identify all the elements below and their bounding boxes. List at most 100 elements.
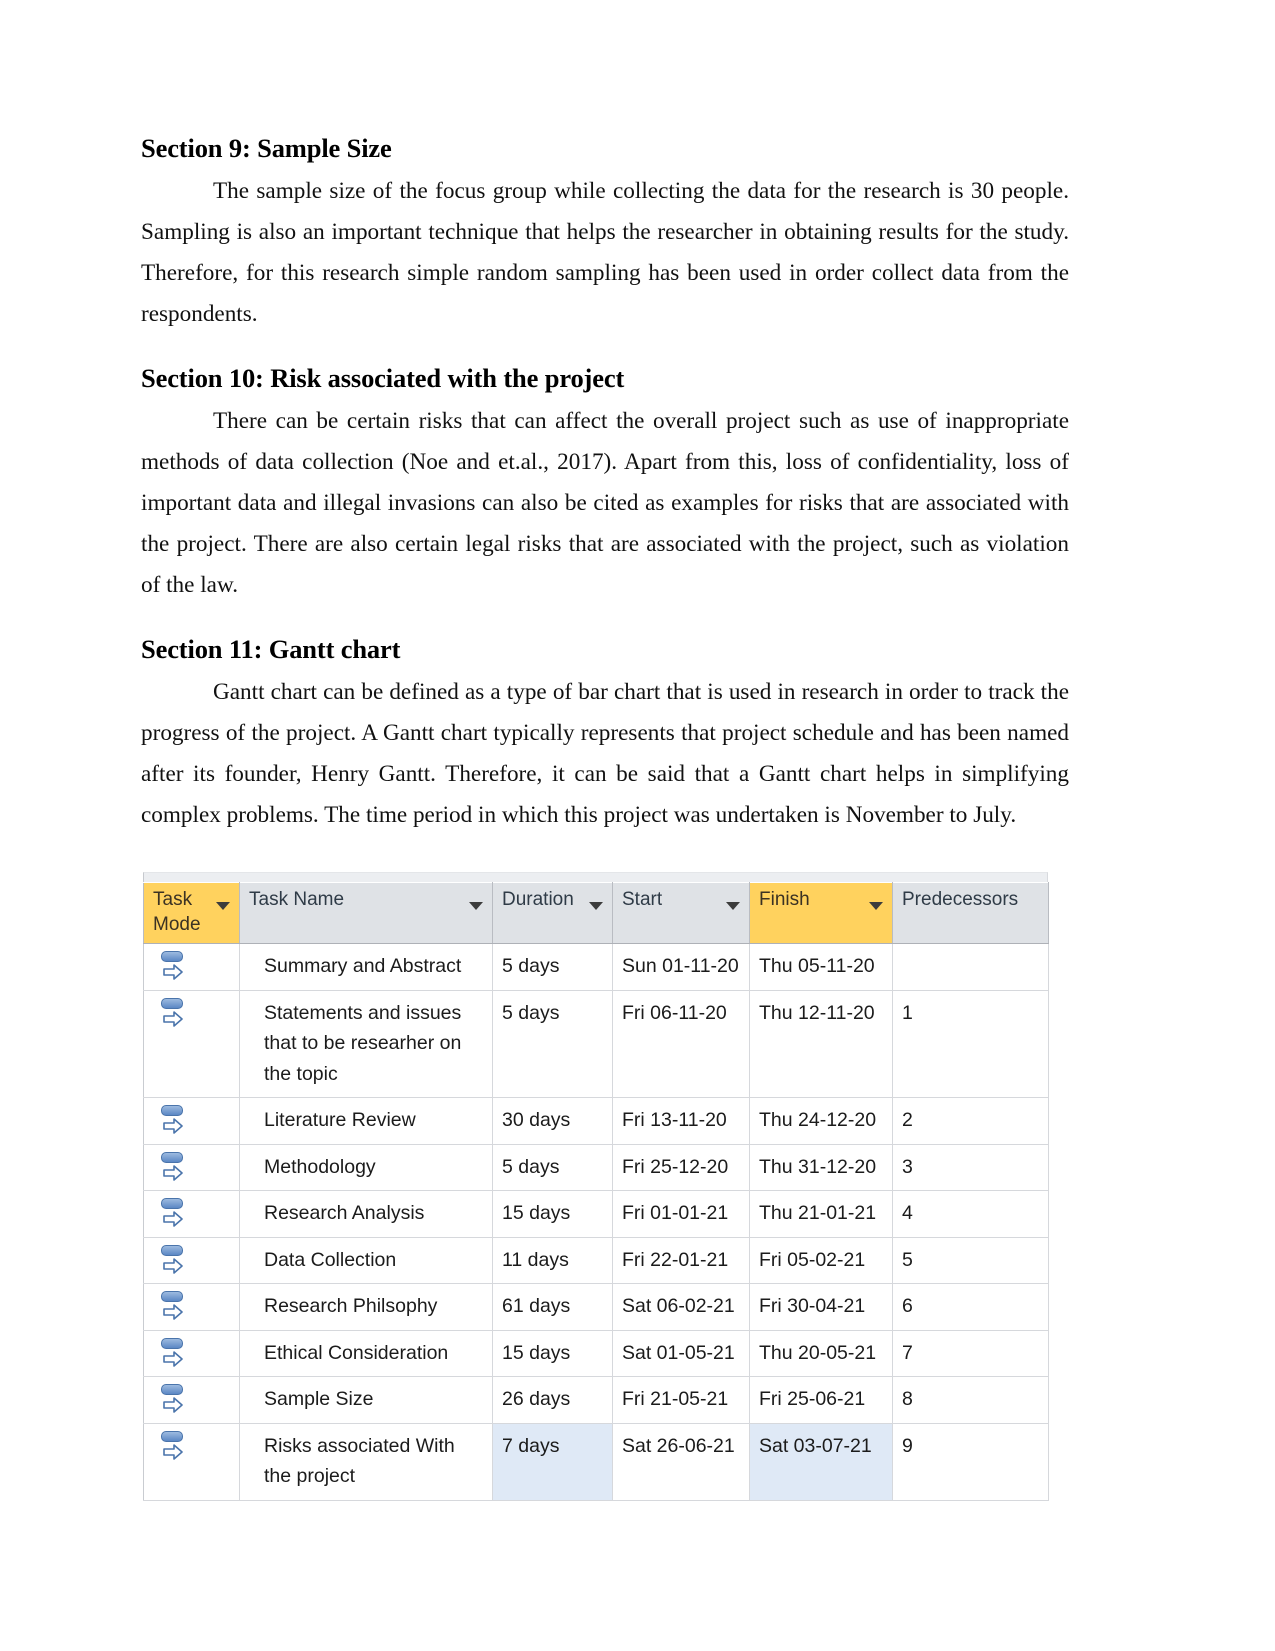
- cell-predecessors[interactable]: 4: [892, 1190, 1049, 1238]
- cell-task-name[interactable]: Sample Size: [239, 1376, 493, 1424]
- section-11-paragraph: Gantt chart can be defined as a type of …: [141, 679, 1069, 829]
- cell-task-name[interactable]: Literature Review: [239, 1097, 493, 1145]
- manually-scheduled-icon[interactable]: [160, 1244, 190, 1276]
- column-header-duration[interactable]: Duration: [492, 882, 613, 945]
- cell-predecessors[interactable]: 2: [892, 1097, 1049, 1145]
- cell-finish[interactable]: Sat 03-07-21: [749, 1423, 893, 1501]
- cell-task-mode[interactable]: [143, 1283, 240, 1331]
- cell-finish[interactable]: Fri 30-04-21: [749, 1283, 893, 1331]
- manually-scheduled-icon[interactable]: [160, 1383, 190, 1415]
- cell-predecessors[interactable]: 8: [892, 1376, 1049, 1424]
- cell-task-mode[interactable]: [143, 990, 240, 1099]
- cell-task-name[interactable]: Ethical Consideration: [239, 1330, 493, 1378]
- manually-scheduled-icon[interactable]: [160, 1197, 190, 1229]
- manually-scheduled-icon[interactable]: [160, 1290, 190, 1322]
- table-row[interactable]: Literature Review 30 days Fri 13-11-20 Thu …: [143, 1097, 1049, 1145]
- cell-duration[interactable]: 61 days: [492, 1283, 613, 1331]
- cell-start[interactable]: Sat 01-05-21: [612, 1330, 750, 1378]
- cell-duration[interactable]: 5 days: [492, 990, 613, 1099]
- cell-finish[interactable]: Thu 31-12-20: [749, 1144, 893, 1192]
- chevron-down-icon[interactable]: [216, 902, 230, 911]
- cell-predecessors[interactable]: 7: [892, 1330, 1049, 1378]
- manually-scheduled-icon[interactable]: [160, 1151, 190, 1183]
- cell-finish[interactable]: Fri 25-06-21: [749, 1376, 893, 1424]
- column-header-task-name-label: Task Name: [249, 889, 345, 911]
- cell-predecessors[interactable]: 9: [892, 1423, 1049, 1501]
- cell-start[interactable]: Sat 06-02-21: [612, 1283, 750, 1331]
- cell-start[interactable]: Fri 13-11-20: [612, 1097, 750, 1145]
- table-row[interactable]: Research Analysis 15 days Fri 01-01-21 Thu …: [143, 1190, 1049, 1238]
- table-row[interactable]: Statements and issues that to be researh…: [143, 990, 1049, 1099]
- cell-task-name[interactable]: Statements and issues that to be researh…: [239, 990, 493, 1099]
- table-row[interactable]: Risks associated With the project 7 days S…: [143, 1423, 1049, 1501]
- cell-task-mode[interactable]: [143, 943, 240, 991]
- gantt-chart-table: Task Mode Task Name Duration Start Finis…: [143, 872, 1049, 1501]
- cell-duration[interactable]: 5 days: [492, 1144, 613, 1192]
- cell-predecessors[interactable]: 3: [892, 1144, 1049, 1192]
- cell-task-mode[interactable]: [143, 1237, 240, 1285]
- cell-predecessors[interactable]: 6: [892, 1283, 1049, 1331]
- chevron-down-icon[interactable]: [469, 902, 483, 911]
- cell-start[interactable]: Fri 22-01-21: [612, 1237, 750, 1285]
- cell-finish[interactable]: Thu 05-11-20: [749, 943, 893, 991]
- manually-scheduled-icon[interactable]: [160, 997, 190, 1029]
- table-row[interactable]: Sample Size 26 days Fri 21-05-21 Fri 25-06-…: [143, 1376, 1049, 1424]
- cell-task-mode[interactable]: [143, 1144, 240, 1192]
- cell-predecessors[interactable]: 5: [892, 1237, 1049, 1285]
- cell-start[interactable]: Sun 01-11-20: [612, 943, 750, 991]
- cell-start[interactable]: Fri 06-11-20: [612, 990, 750, 1099]
- column-header-predecessors[interactable]: Predecessors: [892, 882, 1049, 945]
- cell-predecessors[interactable]: [892, 943, 1049, 991]
- cell-task-name[interactable]: Research Analysis: [239, 1190, 493, 1238]
- table-row[interactable]: Data Collection 11 days Fri 22-01-21 Fri 05…: [143, 1237, 1049, 1285]
- section-9-paragraph: The sample size of the focus group while…: [141, 178, 1069, 328]
- manually-scheduled-icon[interactable]: [160, 1337, 190, 1369]
- cell-task-name[interactable]: Methodology: [239, 1144, 493, 1192]
- table-row[interactable]: Summary and Abstract 5 days Sun 01-11-20 Th…: [143, 943, 1049, 991]
- column-header-start[interactable]: Start: [612, 882, 750, 945]
- chevron-down-icon[interactable]: [869, 902, 883, 911]
- cell-task-mode[interactable]: [143, 1376, 240, 1424]
- column-header-task-mode[interactable]: Task Mode: [143, 882, 240, 945]
- column-header-finish[interactable]: Finish: [749, 882, 893, 945]
- column-header-task-name[interactable]: Task Name: [239, 882, 493, 945]
- cell-predecessors[interactable]: 1: [892, 990, 1049, 1099]
- cell-task-name[interactable]: Risks associated With the project: [239, 1423, 493, 1501]
- cell-task-name[interactable]: Data Collection: [239, 1237, 493, 1285]
- cell-duration[interactable]: 15 days: [492, 1330, 613, 1378]
- cell-task-name[interactable]: Summary and Abstract: [239, 943, 493, 991]
- cell-start[interactable]: Fri 25-12-20: [612, 1144, 750, 1192]
- table-row[interactable]: Ethical Consideration 15 days Sat 01-05-21…: [143, 1330, 1049, 1378]
- cell-finish[interactable]: Thu 20-05-21: [749, 1330, 893, 1378]
- cell-finish[interactable]: Thu 24-12-20: [749, 1097, 893, 1145]
- table-row[interactable]: Research Philsophy 61 days Sat 06-02-21 Fri…: [143, 1283, 1049, 1331]
- cell-task-mode[interactable]: [143, 1330, 240, 1378]
- section-10-paragraph: There can be certain risks that can affe…: [141, 408, 1069, 599]
- cell-task-mode[interactable]: [143, 1190, 240, 1238]
- cell-task-mode[interactable]: [143, 1423, 240, 1501]
- chevron-down-icon[interactable]: [726, 902, 740, 911]
- manually-scheduled-icon[interactable]: [160, 950, 190, 982]
- table-row[interactable]: Methodology 5 days Fri 25-12-20 Thu 31-12-2…: [143, 1144, 1049, 1192]
- chevron-down-icon[interactable]: [589, 902, 603, 911]
- table-header-row: Task Mode Task Name Duration Start Finis…: [143, 882, 1049, 945]
- cell-duration[interactable]: 26 days: [492, 1376, 613, 1424]
- cell-task-mode[interactable]: [143, 1097, 240, 1145]
- cell-start[interactable]: Fri 21-05-21: [612, 1376, 750, 1424]
- cell-finish[interactable]: Thu 21-01-21: [749, 1190, 893, 1238]
- cell-start[interactable]: Sat 26-06-21: [612, 1423, 750, 1501]
- project-task-table: Task Mode Task Name Duration Start Finis…: [143, 882, 1049, 1501]
- cell-duration[interactable]: 30 days: [492, 1097, 613, 1145]
- cell-duration[interactable]: 5 days: [492, 943, 613, 991]
- cell-start[interactable]: Fri 01-01-21: [612, 1190, 750, 1238]
- cell-finish[interactable]: Thu 12-11-20: [749, 990, 893, 1099]
- cell-finish[interactable]: Fri 05-02-21: [749, 1237, 893, 1285]
- cell-task-name[interactable]: Research Philsophy: [239, 1283, 493, 1331]
- manually-scheduled-icon[interactable]: [160, 1104, 190, 1136]
- cell-duration[interactable]: 7 days: [492, 1423, 613, 1501]
- cell-duration[interactable]: 15 days: [492, 1190, 613, 1238]
- cell-duration[interactable]: 11 days: [492, 1237, 613, 1285]
- manually-scheduled-icon[interactable]: [160, 1430, 190, 1462]
